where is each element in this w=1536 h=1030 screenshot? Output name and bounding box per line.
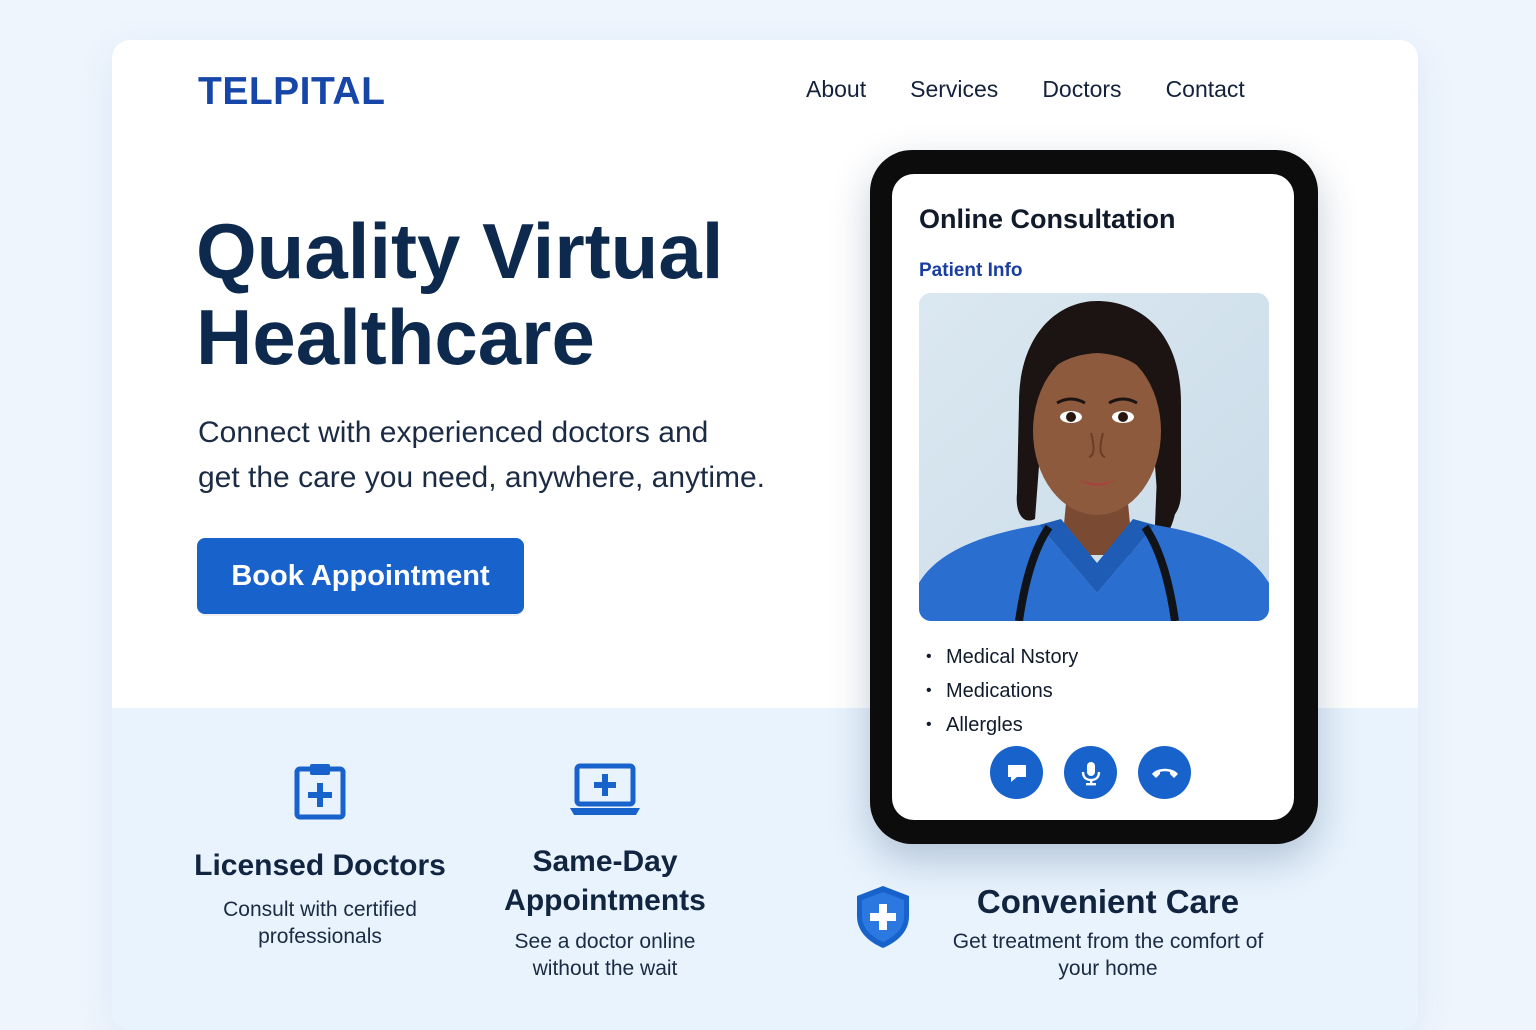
feature-desc-line-1: Consult with certified bbox=[223, 898, 417, 921]
nav-doctors[interactable]: Doctors bbox=[1042, 76, 1121, 103]
list-item[interactable]: Medical Nstory bbox=[926, 640, 1078, 674]
feature-title: Licensed Doctors bbox=[194, 849, 446, 882]
shield-plus-icon bbox=[857, 886, 909, 948]
hero-title-line-2: Healthcare bbox=[196, 293, 595, 381]
hero-subtitle-line-1: Connect with experienced doctors and bbox=[198, 416, 709, 449]
feature-desc-line-1: See a doctor online bbox=[514, 930, 696, 953]
feature-same-day: Same-Day Appointments See a doctor onlin… bbox=[487, 762, 723, 982]
top-nav: About Services Doctors Contact bbox=[806, 76, 1289, 103]
doctor-portrait-icon bbox=[919, 293, 1269, 621]
consultation-screen: Online Consultation Patient Info • Medic… bbox=[892, 174, 1294, 820]
feature-title: Convenient Care bbox=[976, 883, 1240, 920]
feature-title-line-2: Appointments bbox=[504, 884, 706, 917]
book-appointment-button[interactable]: Book Appointment bbox=[197, 538, 524, 614]
feature-desc-line-2: your home bbox=[1058, 957, 1158, 980]
laptop-plus-icon bbox=[570, 763, 640, 815]
nav-contact[interactable]: Contact bbox=[1166, 76, 1245, 103]
list-item[interactable]: Allergles bbox=[926, 708, 1078, 742]
chat-button[interactable] bbox=[990, 746, 1043, 799]
feature-title: Same-Day Appointments bbox=[487, 842, 723, 920]
patient-info-label: Patient Info bbox=[919, 260, 1023, 281]
feature-description: See a doctor online without the wait bbox=[487, 928, 723, 982]
chat-icon bbox=[1007, 764, 1026, 782]
feature-title-line-1: Same-Day bbox=[532, 845, 678, 878]
call-controls bbox=[990, 746, 1191, 799]
clipboard-plus-icon bbox=[294, 764, 346, 820]
feature-desc-line-2: without the wait bbox=[532, 957, 678, 980]
hang-up-icon bbox=[1151, 768, 1178, 778]
microphone-button[interactable] bbox=[1064, 746, 1117, 799]
hero-title-line-1: Quality Virtual bbox=[196, 207, 724, 295]
consultation-title: Online Consultation bbox=[919, 204, 1176, 234]
feature-desc-line-2: professionals bbox=[258, 925, 382, 948]
hero-title: Quality Virtual Healthcare bbox=[196, 208, 723, 380]
microphone-icon bbox=[1081, 761, 1100, 785]
feature-licensed-doctors: Licensed Doctors Consult with certified … bbox=[187, 762, 453, 950]
patient-info-list: Medical Nstory Medications Allergles bbox=[926, 640, 1078, 742]
feature-description: Get treatment from the comfort of your h… bbox=[922, 928, 1294, 982]
nav-services[interactable]: Services bbox=[910, 76, 998, 103]
feature-convenient-care: Convenient Care Get treatment from the c… bbox=[922, 882, 1294, 982]
tablet-mockup: Online Consultation Patient Info • Medic… bbox=[870, 150, 1318, 844]
hero-subtitle: Connect with experienced doctors and get… bbox=[198, 410, 838, 500]
hero-subtitle-line-2: get the care you need, anywhere, anytime… bbox=[198, 461, 766, 494]
feature-description: Consult with certified professionals bbox=[187, 896, 453, 950]
doctor-photo bbox=[919, 293, 1269, 621]
list-item[interactable]: Medications bbox=[926, 674, 1078, 708]
nav-about[interactable]: About bbox=[806, 76, 866, 103]
brand-logo[interactable]: TELPITAL bbox=[198, 70, 385, 114]
hang-up-button[interactable] bbox=[1138, 746, 1191, 799]
feature-desc-line-1: Get treatment from the comfort of bbox=[952, 930, 1264, 953]
